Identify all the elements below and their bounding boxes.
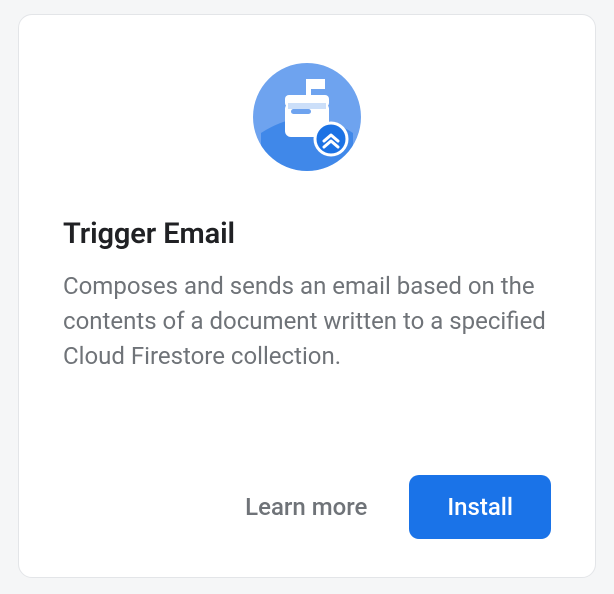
icon-container: [63, 61, 551, 177]
trigger-email-mailbox-icon: [251, 61, 363, 177]
extension-description: Composes and sends an email based on the…: [63, 269, 551, 373]
actions-row: Learn more Install: [63, 475, 551, 543]
learn-more-button[interactable]: Learn more: [245, 493, 367, 521]
extension-card: Trigger Email Composes and sends an emai…: [18, 14, 596, 578]
install-button[interactable]: Install: [409, 475, 551, 539]
extension-title: Trigger Email: [63, 217, 551, 251]
